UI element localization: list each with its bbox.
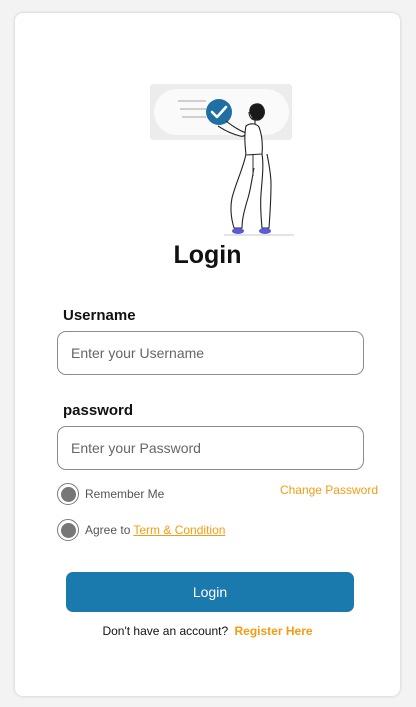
agree-terms-radio[interactable] — [57, 519, 79, 541]
radio-dot — [60, 522, 76, 538]
footer-text: Don't have an account? — [102, 624, 229, 638]
password-input[interactable] — [57, 426, 364, 470]
login-card: Login Username password Remember Me Chan… — [15, 13, 400, 696]
remember-me-option[interactable]: Remember Me — [57, 483, 164, 505]
check-icon — [206, 99, 232, 125]
username-input[interactable] — [57, 331, 364, 375]
username-label: Username — [63, 307, 136, 324]
register-prompt: Don't have an account? Register Here — [15, 624, 400, 638]
agree-prefix-label: Agree to — [85, 523, 131, 537]
remember-me-radio[interactable] — [57, 483, 79, 505]
page-title: Login — [173, 241, 242, 269]
terms-link[interactable]: Term & Condition — [133, 523, 225, 537]
login-illustration — [150, 84, 294, 236]
change-password-link[interactable]: Change Password — [280, 483, 378, 497]
login-button[interactable]: Login — [66, 572, 354, 612]
agree-terms-option[interactable]: Agree to Term & Condition — [57, 519, 225, 541]
shoe-right — [259, 228, 271, 234]
shoe-left — [232, 228, 244, 234]
remember-me-label: Remember Me — [85, 487, 165, 501]
radio-dot — [60, 486, 76, 502]
register-link[interactable]: Register Here — [235, 624, 313, 638]
password-label: password — [63, 402, 134, 419]
